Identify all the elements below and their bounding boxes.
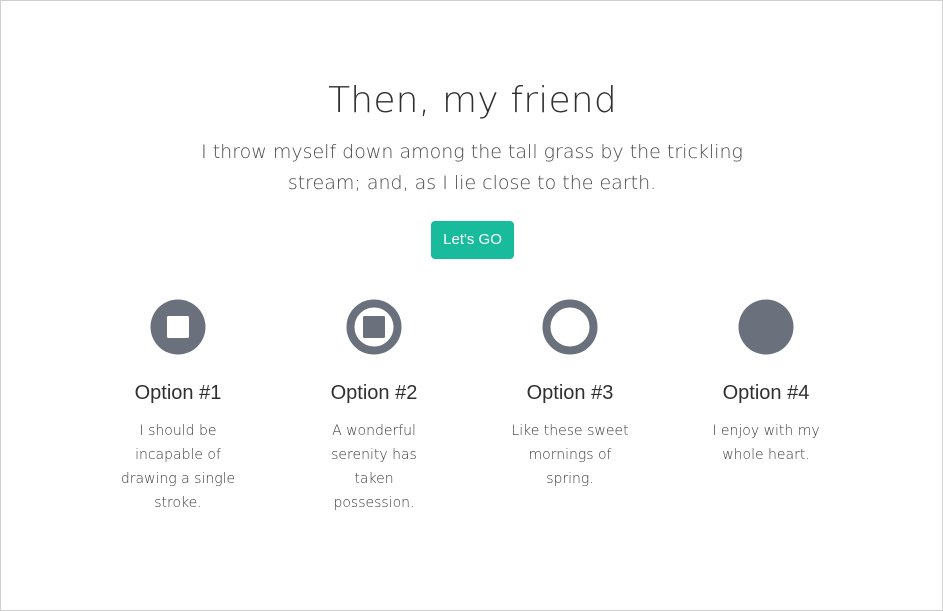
stop-circle-outline-icon [346, 299, 402, 355]
option-description: I should be incapable of drawing a singl… [120, 423, 236, 511]
circle-outline-icon [542, 299, 598, 355]
lets-go-button[interactable]: Let's GO [431, 221, 514, 259]
lead-text: I throw myself down among the tall grass… [201, 141, 743, 194]
options-grid: Option #1 I should be incapable of drawi… [80, 299, 864, 529]
option-description: A wonderful serenity has taken possessio… [331, 423, 417, 511]
page-title: Then, my friend [328, 80, 617, 121]
page-frame: Then, my friend I throw myself down amon… [0, 0, 943, 611]
option-description: Like these sweet mornings of spring. [511, 423, 629, 487]
option-card-4: Option #4 I enjoy with my whole heart. [668, 299, 864, 467]
option-description: I enjoy with my whole heart. [712, 423, 820, 463]
option-title: Option #1 [134, 382, 222, 404]
option-card-3: Option #3 Like these sweet mornings of s… [472, 299, 668, 491]
option-card-1: Option #1 I should be incapable of drawi… [80, 299, 276, 515]
option-title: Option #4 [722, 382, 810, 404]
option-title: Option #3 [526, 382, 614, 404]
option-card-2: Option #2 A wonderful serenity has taken… [276, 299, 472, 515]
circle-filled-icon [738, 299, 794, 355]
option-title: Option #2 [330, 382, 418, 404]
stop-circle-icon [150, 299, 206, 355]
